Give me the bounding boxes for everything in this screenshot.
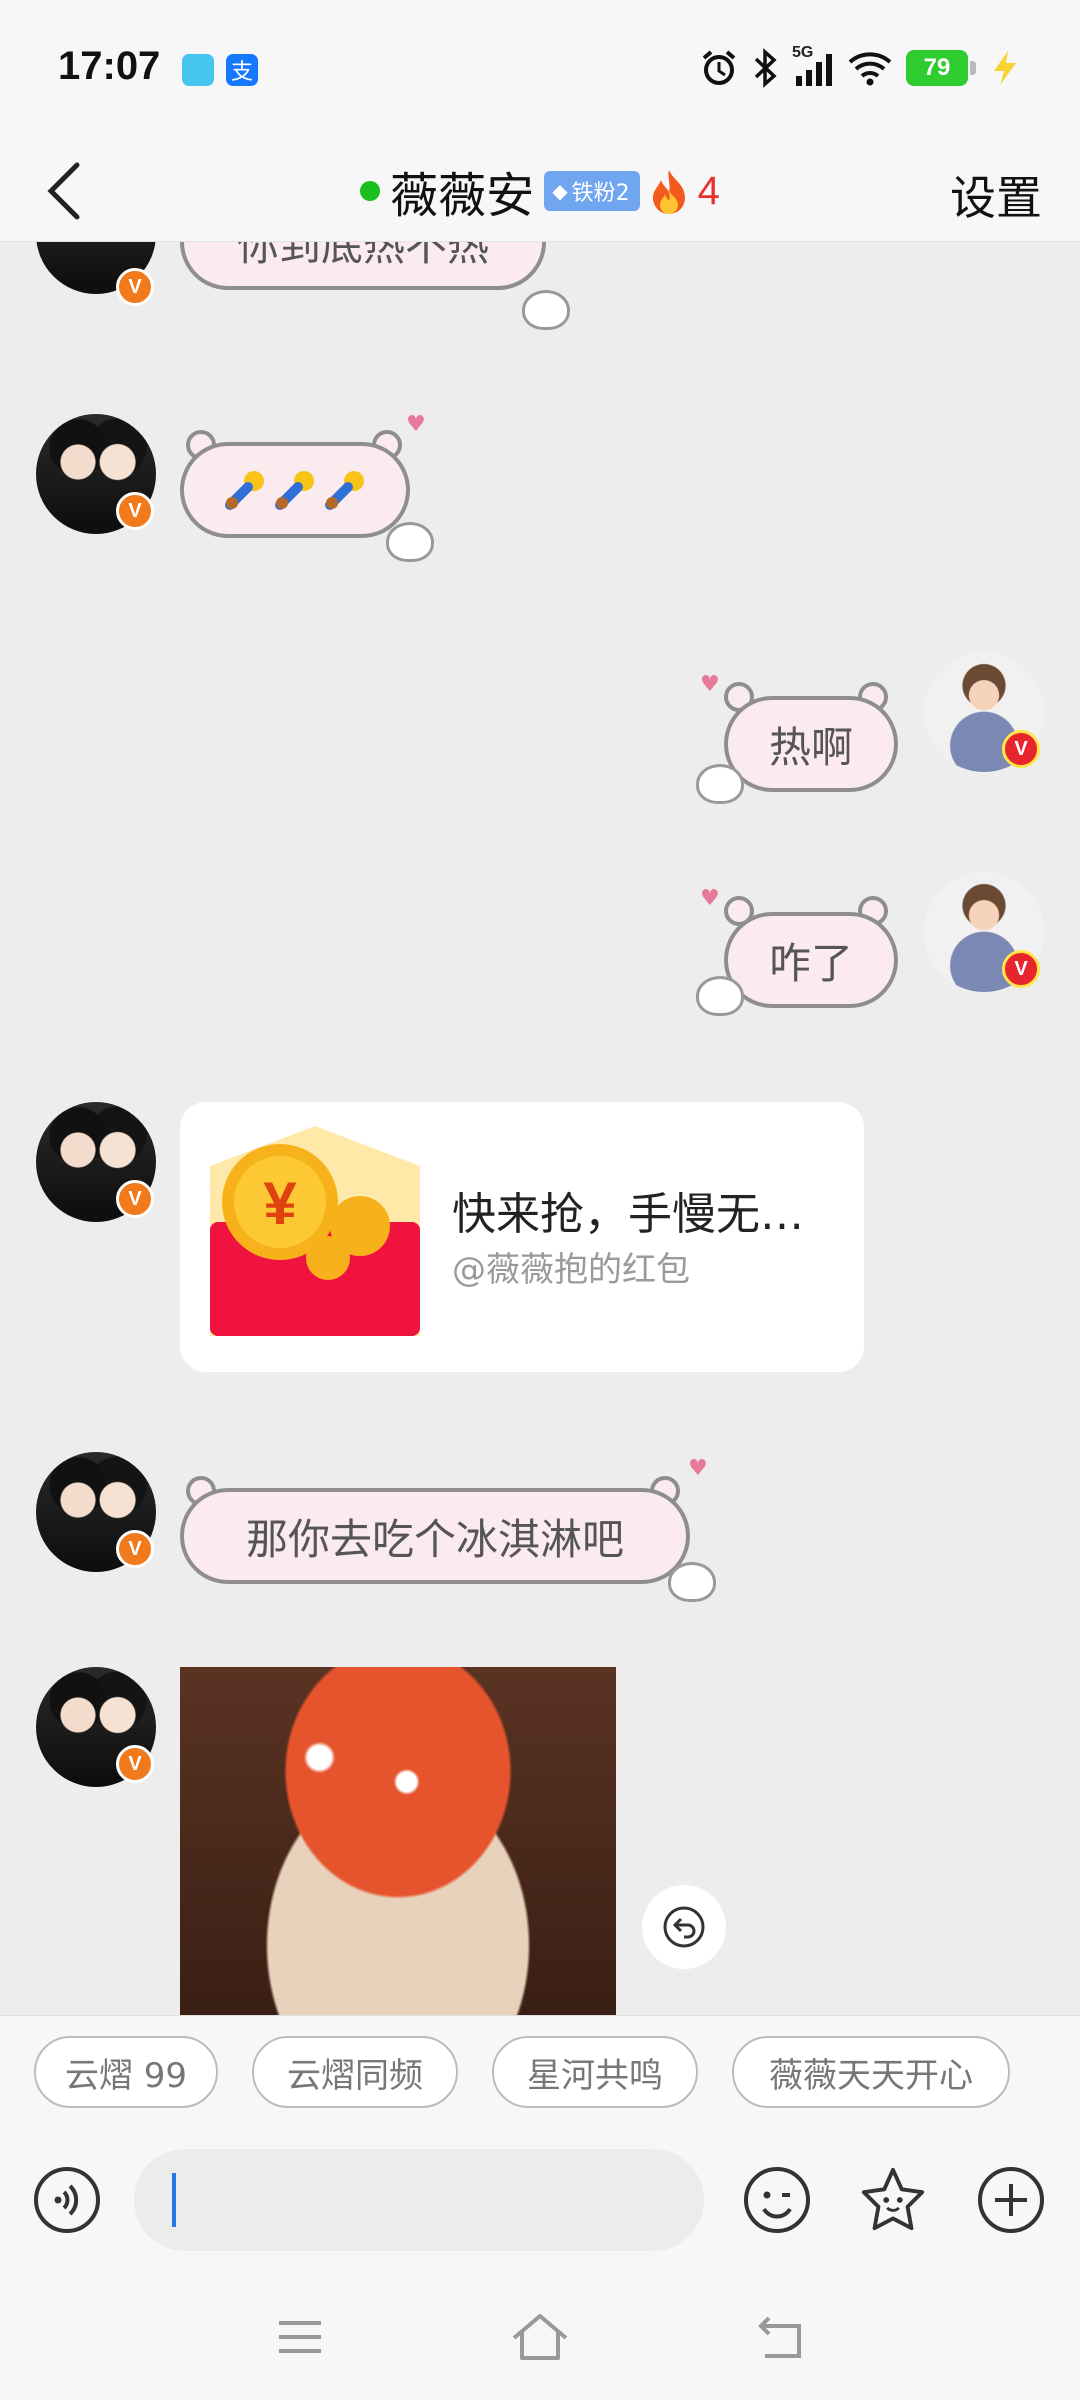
hello-kitty-decoration [522, 290, 570, 330]
wifi-icon [848, 52, 892, 86]
hello-kitty-decoration [668, 1562, 716, 1602]
plus-icon [978, 2167, 1044, 2233]
sticker-button[interactable] [858, 2165, 928, 2235]
status-time: 17:07 [58, 44, 161, 88]
alarm-icon [702, 50, 736, 85]
message-item: V ♥ 咋了 [0, 872, 1080, 1016]
message-list[interactable]: V 你到底热不热 V ♥ V ♥ 热啊 V ♥ 咋了 V ¥ 快来抢，手慢无… … [0, 242, 1080, 2015]
heart-decoration: ♥ [406, 412, 426, 437]
title-group[interactable]: 薇薇安 ◆ 铁粉2 4 [0, 140, 1080, 242]
message-bubble[interactable]: 那你去吃个冰淇淋吧 [180, 1488, 690, 1584]
back-nav-button[interactable] [748, 2305, 812, 2369]
verified-badge: V [116, 1180, 154, 1218]
hello-kitty-decoration [386, 522, 434, 562]
verified-badge: V [116, 1745, 154, 1783]
red-packet-card[interactable]: ¥ 快来抢，手慢无… @薇薇抱的红包 [180, 1102, 864, 1372]
quick-reply-bar: 云熠 99 云熠同频 星河共鸣 薇薇天天开心 [0, 2015, 1080, 2125]
battery-indicator: 79 [906, 50, 976, 86]
message-bubble[interactable]: 你到底热不热 [180, 242, 546, 290]
voice-icon [34, 2167, 100, 2233]
message-input[interactable] [134, 2149, 704, 2251]
verified-badge: V [1002, 950, 1040, 988]
hello-kitty-decoration [696, 976, 744, 1016]
message-bubble[interactable]: 热啊 [724, 696, 898, 792]
quick-reply-chip[interactable]: 薇薇天天开心 [732, 2036, 1010, 2108]
message-item: V 那你去吃个冰淇淋吧 ♥ [0, 1452, 1080, 1602]
heart-decoration: ♥ [688, 1456, 708, 1481]
emoji-icon [744, 2167, 810, 2233]
fire-count: 4 [697, 168, 720, 213]
svg-text:¥: ¥ [263, 1170, 297, 1237]
settings-button[interactable]: 设置 [950, 162, 1042, 228]
system-nav-bar [0, 2275, 1080, 2400]
reply-button[interactable] [642, 1885, 726, 1969]
star-sticker-icon [861, 2167, 925, 2231]
verified-badge: V [116, 268, 154, 306]
red-packet-title: 快来抢，手慢无… [452, 1189, 804, 1240]
message-item: V ♥ 热啊 [0, 652, 1080, 804]
heart-decoration: ♥ [700, 672, 720, 697]
bluetooth-icon [754, 48, 777, 88]
menu-nav-button[interactable] [268, 2305, 332, 2369]
verified-badge: V [116, 492, 154, 530]
fan-level-badge: ◆ 铁粉2 [544, 171, 640, 211]
status-bar: 17:07 支 5G 79 [0, 0, 1080, 140]
text-cursor [172, 2173, 176, 2227]
more-button[interactable] [976, 2165, 1046, 2235]
reply-arrow-icon [663, 1906, 705, 1948]
alipay-icon: 支 [226, 54, 258, 86]
back-arrow-icon [758, 2316, 801, 2358]
heart-decoration: ♥ [700, 886, 720, 911]
diamond-icon: ◆ [552, 179, 568, 203]
chat-title: 薇薇安 [390, 168, 535, 224]
mushroom-sticker-image[interactable] [180, 1667, 616, 2015]
message-app-icon [182, 54, 214, 86]
fire-icon [652, 170, 685, 214]
quick-reply-chip[interactable]: 星河共鸣 [492, 2036, 698, 2108]
message-item: V 你到底热不热 [0, 242, 1080, 332]
online-status-dot [360, 181, 381, 201]
voice-button[interactable] [32, 2165, 102, 2235]
home-icon [512, 2314, 568, 2360]
three-pacifier-emoji-icon [222, 467, 368, 513]
red-packet-icon: ¥ [210, 1126, 420, 1336]
message-bubble[interactable]: 咋了 [724, 912, 898, 1008]
message-bubble[interactable] [180, 442, 410, 538]
home-nav-button[interactable] [508, 2305, 572, 2369]
quick-reply-chip[interactable]: 云熠 99 [34, 2036, 218, 2108]
emoji-button[interactable] [742, 2165, 812, 2235]
status-icons: 5G 79 [700, 44, 1020, 90]
chat-header: 薇薇安 ◆ 铁粉2 4 设置 [0, 140, 1080, 242]
quick-reply-chip[interactable]: 云熠同频 [252, 2036, 458, 2108]
message-item: V [0, 1667, 1080, 2015]
message-item: V ♥ [0, 412, 1080, 562]
hello-kitty-decoration [696, 764, 744, 804]
charging-icon [994, 51, 1016, 85]
message-item: V ¥ 快来抢，手慢无… @薇薇抱的红包 [0, 1102, 1080, 1382]
fan-badge-label: 铁粉2 [571, 181, 630, 206]
verified-badge: V [116, 1530, 154, 1568]
signal-icon: 5G [792, 44, 834, 88]
verified-badge: V [1002, 730, 1040, 768]
menu-icon [279, 2321, 321, 2353]
red-packet-subtitle: @薇薇抱的红包 [452, 1250, 690, 1290]
input-row [0, 2125, 1080, 2275]
